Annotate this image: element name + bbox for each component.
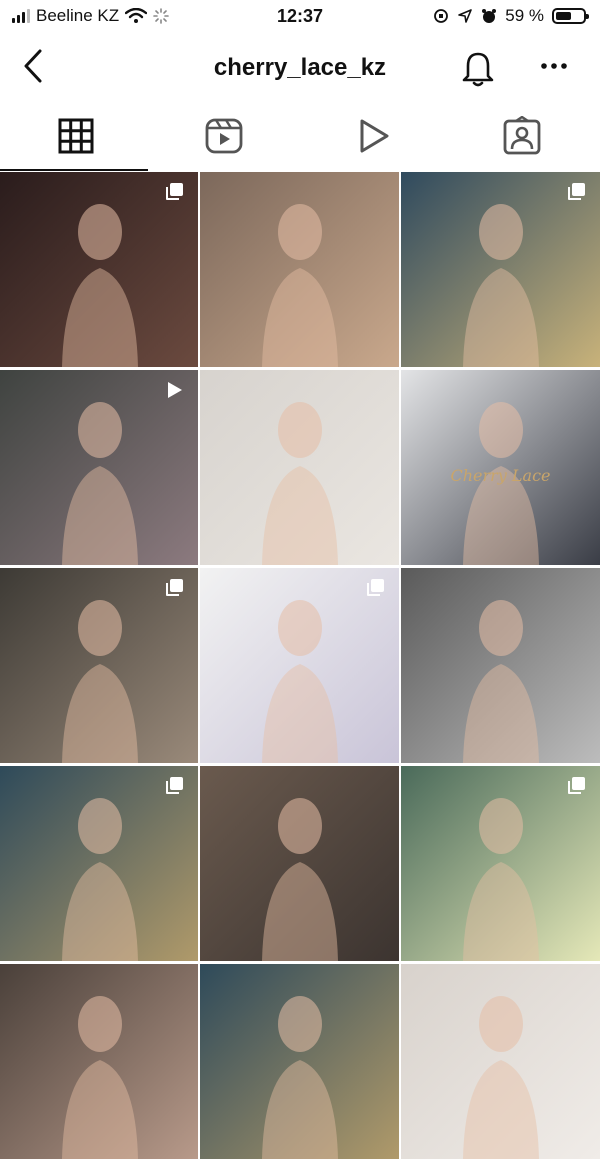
tagged-person-icon[interactable] bbox=[502, 116, 542, 156]
post-thumbnail[interactable] bbox=[200, 766, 399, 961]
carousel-icon bbox=[568, 183, 585, 200]
post-thumbnail[interactable] bbox=[200, 172, 399, 367]
post-thumbnail[interactable] bbox=[200, 964, 399, 1159]
post-thumbnail[interactable] bbox=[200, 370, 399, 565]
post-caption: Cherry Lace bbox=[450, 466, 551, 485]
post-thumbnail[interactable] bbox=[0, 568, 198, 763]
carousel-icon bbox=[166, 183, 183, 200]
post-thumbnail[interactable] bbox=[0, 172, 198, 367]
post-thumbnail[interactable] bbox=[0, 964, 198, 1159]
carousel-icon bbox=[568, 777, 585, 794]
profile-tabs bbox=[0, 100, 600, 172]
photo-subject bbox=[262, 798, 338, 961]
status-right: 59 % bbox=[433, 6, 589, 26]
orientation-lock-icon bbox=[434, 9, 449, 23]
ellipsis-icon[interactable] bbox=[536, 54, 572, 78]
carousel-icon bbox=[166, 777, 183, 794]
post-thumbnail[interactable] bbox=[401, 568, 600, 763]
photo-subject bbox=[463, 600, 539, 763]
battery-percent: 59 % bbox=[505, 6, 544, 25]
post-thumbnail[interactable] bbox=[401, 964, 600, 1159]
photo-subject bbox=[262, 996, 338, 1159]
post-thumbnail[interactable] bbox=[0, 370, 198, 565]
battery-icon bbox=[552, 8, 589, 24]
active-tab-indicator bbox=[0, 169, 148, 171]
profile-username: cherry_lace_kz bbox=[213, 54, 387, 81]
post-thumbnail[interactable] bbox=[401, 766, 600, 961]
alarm-icon bbox=[482, 9, 497, 23]
grid-icon[interactable] bbox=[56, 116, 96, 156]
video-play-icon bbox=[168, 382, 182, 398]
post-thumbnail[interactable] bbox=[0, 766, 198, 961]
carousel-icon bbox=[166, 579, 183, 596]
post-grid: Cherry Lace bbox=[0, 172, 600, 1159]
post-thumbnail[interactable]: Cherry Lace bbox=[401, 370, 600, 565]
photo-subject bbox=[463, 996, 539, 1159]
post-thumbnail[interactable] bbox=[200, 568, 399, 763]
reels-icon[interactable] bbox=[204, 116, 244, 156]
photo-subject bbox=[62, 996, 138, 1159]
status-bar: Beeline KZ 12:37 59 % bbox=[0, 0, 600, 34]
play-icon[interactable] bbox=[354, 116, 394, 156]
bell-icon[interactable] bbox=[460, 48, 496, 88]
photo-subject bbox=[262, 204, 338, 367]
profile-header: cherry_lace_kz bbox=[0, 34, 600, 100]
location-icon bbox=[458, 9, 473, 23]
photo-subject bbox=[262, 402, 338, 565]
carousel-icon bbox=[367, 579, 384, 596]
post-thumbnail[interactable] bbox=[401, 172, 600, 367]
